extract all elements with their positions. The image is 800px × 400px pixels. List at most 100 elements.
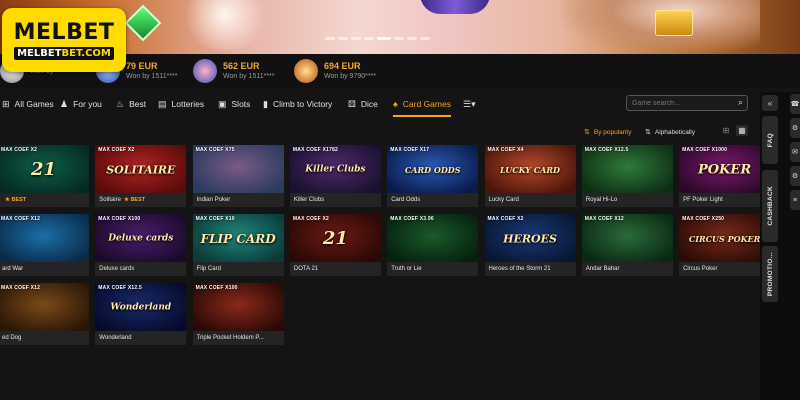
winner-item[interactable]: 694 EUR Won by 9790**** xyxy=(294,58,376,84)
person-icon: ♟ xyxy=(60,98,69,109)
winner-by: Won by 1511**** xyxy=(126,73,178,80)
gear-icon[interactable]: ⚙ xyxy=(790,118,800,138)
tab-all-games[interactable]: ⊞ All Games xyxy=(2,92,54,116)
game-logo-art: CIRCUS POKER xyxy=(688,233,761,244)
game-thumbnail[interactable]: MAX COEF X10 FLIP CARD xyxy=(192,214,284,262)
game-search-box[interactable]: ⌕ xyxy=(626,95,748,111)
promotions-button[interactable]: PROMOTIO... xyxy=(762,246,778,302)
game-card[interactable]: MAX COEF X100 Triple Pocket Holdem P... xyxy=(192,283,284,345)
game-card[interactable]: MAX COEF X12 Andar Bahar xyxy=(581,214,673,276)
tab-climb-to-victory[interactable]: ▮ Climb to Victory xyxy=(263,92,332,116)
banner-dot[interactable] xyxy=(394,37,404,40)
game-thumbnail[interactable]: MAX COEF X1000 POKER xyxy=(679,145,771,193)
game-card[interactable]: MAX COEF X12.5 Wonderland Wonderland xyxy=(95,283,187,345)
game-thumbnail[interactable]: MAX COEF X2 21 xyxy=(289,214,381,262)
banner-dot[interactable] xyxy=(364,37,374,40)
game-thumbnail[interactable]: MAX COEF X17 CARD ODDS xyxy=(387,145,479,193)
view-large-grid-icon[interactable]: ⊞ xyxy=(720,125,732,136)
game-caption: Heroes of the Storm 21 xyxy=(485,262,576,276)
game-card[interactable]: MAX COEF X100 Deluxe cards Deluxe cards xyxy=(95,214,187,276)
faq-button[interactable]: FAQ xyxy=(762,116,778,164)
game-card[interactable]: MAX COEF X2 SOLITAIRE SolitaireBEST xyxy=(95,145,187,207)
search-icon[interactable]: ⌕ xyxy=(738,97,743,108)
game-card[interactable]: MAX COEF X12.5 Royal Hi-Lo xyxy=(581,145,673,207)
game-thumbnail[interactable]: MAX COEF X4 LUCKY CARD xyxy=(484,145,576,193)
tab-slots[interactable]: ▣ Slots xyxy=(218,92,250,116)
game-thumbnail[interactable]: MAX COEF X100 Deluxe cards xyxy=(95,214,187,262)
tab-card-games[interactable]: ♠ Card Games xyxy=(393,92,451,117)
game-card[interactable]: MAX COEF X12 ed Dog xyxy=(0,283,89,345)
game-caption: Wonderland xyxy=(95,331,186,345)
banner-dot[interactable] xyxy=(351,37,361,40)
game-title: ed Dog xyxy=(2,335,22,341)
banner-pagination[interactable] xyxy=(325,37,430,40)
game-logo-art: SOLITAIRE xyxy=(106,163,176,177)
game-thumbnail[interactable]: MAX COEF X100 xyxy=(192,283,284,331)
game-card[interactable]: MAX COEF X75 Indian Poker xyxy=(192,145,284,207)
search-input[interactable] xyxy=(632,98,732,109)
menu-icon[interactable]: ≡ xyxy=(790,190,800,210)
tab-more-menu[interactable]: ☰▾ xyxy=(463,92,481,116)
double-chevron-left-icon[interactable]: « xyxy=(762,95,778,111)
game-thumbnail[interactable]: MAX COEF X12 xyxy=(0,214,89,262)
game-title: Indian Poker xyxy=(196,197,231,203)
logo-wordmark: MELBET xyxy=(13,19,115,45)
game-thumbnail[interactable]: MAX COEF X250 CIRCUS POKER xyxy=(679,214,771,262)
game-thumbnail[interactable]: MAX COEF X2 HEROES xyxy=(484,214,576,262)
max-coef-badge: MAX COEF X4 xyxy=(487,147,524,153)
gift-box-icon xyxy=(655,10,693,36)
banner-dot[interactable] xyxy=(325,37,335,40)
phone-icon[interactable]: ☎ xyxy=(790,94,800,114)
game-card[interactable]: MAX COEF X250 CIRCUS POKER Circus Poker xyxy=(679,214,771,276)
logo-domain: MELBETBET.COM xyxy=(14,46,114,60)
game-thumbnail[interactable]: MAX COEF X12.5 xyxy=(581,145,673,193)
game-thumbnail[interactable]: MAX COEF X12.5 Wonderland xyxy=(95,283,187,331)
game-card[interactable]: MAX COEF X4 LUCKY CARD Lucky Card xyxy=(484,145,576,207)
tab-best[interactable]: ♨ Best xyxy=(116,92,146,116)
banner-dot[interactable] xyxy=(420,37,430,40)
game-caption: SolitaireBEST xyxy=(95,193,186,207)
game-card[interactable]: MAX COEF X2 HEROES Heroes of the Storm 21 xyxy=(484,214,576,276)
game-logo-art: 21 xyxy=(30,158,57,180)
game-logo-art: CARD ODDS xyxy=(404,164,461,175)
game-card[interactable]: MAX COEF X3.96 Truth or Lie xyxy=(387,214,479,276)
game-thumbnail[interactable]: MAX COEF X2 21 xyxy=(0,145,89,193)
game-card[interactable]: MAX COEF X2 21 BEST xyxy=(0,145,89,207)
banner-dot[interactable] xyxy=(407,37,417,40)
game-card[interactable]: MAX COEF X12 ard War xyxy=(0,214,89,276)
cashback-button[interactable]: CASHBACK xyxy=(762,170,778,242)
max-coef-badge: MAX COEF X10 xyxy=(195,216,235,222)
game-thumbnail[interactable]: MAX COEF X1782 Killer Clubs xyxy=(289,145,381,193)
game-caption: ard War xyxy=(0,262,89,276)
view-small-grid-icon[interactable]: ▦ xyxy=(736,125,748,136)
game-caption: DOTA 21 xyxy=(290,262,381,276)
winner-item[interactable]: 562 EUR Won by 1511**** xyxy=(193,58,275,84)
logo-domain-suffix: BET.COM xyxy=(61,47,111,59)
max-coef-badge: MAX COEF X1000 xyxy=(682,147,728,153)
sort-alphabetically[interactable]: ⇅ Alphabetically xyxy=(645,126,695,138)
banner-dot-active[interactable] xyxy=(377,37,391,40)
game-caption: PF Poker Light xyxy=(679,193,770,207)
game-card[interactable]: MAX COEF X1782 Killer Clubs Killer Clubs xyxy=(289,145,381,207)
tab-dice[interactable]: ⚄ Dice xyxy=(348,92,378,116)
game-card[interactable]: MAX COEF X1000 POKER PF Poker Light xyxy=(679,145,771,207)
banner-dot[interactable] xyxy=(338,37,348,40)
chat-icon[interactable]: ✉ xyxy=(790,142,800,162)
game-thumbnail[interactable]: MAX COEF X75 xyxy=(192,145,284,193)
game-card[interactable]: MAX COEF X10 FLIP CARD Flip Card xyxy=(192,214,284,276)
settings-icon[interactable]: ⚙ xyxy=(790,166,800,186)
cashback-label: CASHBACK xyxy=(766,186,774,226)
game-thumbnail[interactable]: MAX COEF X12 xyxy=(581,214,673,262)
game-thumbnail[interactable]: MAX COEF X3.96 xyxy=(387,214,479,262)
game-thumbnail[interactable]: MAX COEF X12 xyxy=(0,283,89,331)
tab-lotteries[interactable]: ▤ Lotteries xyxy=(158,92,204,116)
game-thumbnail[interactable]: MAX COEF X2 SOLITAIRE xyxy=(95,145,187,193)
tab-for-you[interactable]: ♟ For you xyxy=(60,92,102,116)
melbet-logo[interactable]: MELBET MELBETBET.COM xyxy=(2,8,126,72)
game-card[interactable]: MAX COEF X2 21 DOTA 21 xyxy=(289,214,381,276)
max-coef-badge: MAX COEF X12.5 xyxy=(98,285,142,291)
sort-by-popularity[interactable]: ⇅ By popularity xyxy=(584,126,631,138)
game-title: Lucky Card xyxy=(488,197,519,203)
game-card[interactable]: MAX COEF X17 CARD ODDS Card Odds xyxy=(387,145,479,207)
tab-label: Lotteries xyxy=(171,99,205,109)
